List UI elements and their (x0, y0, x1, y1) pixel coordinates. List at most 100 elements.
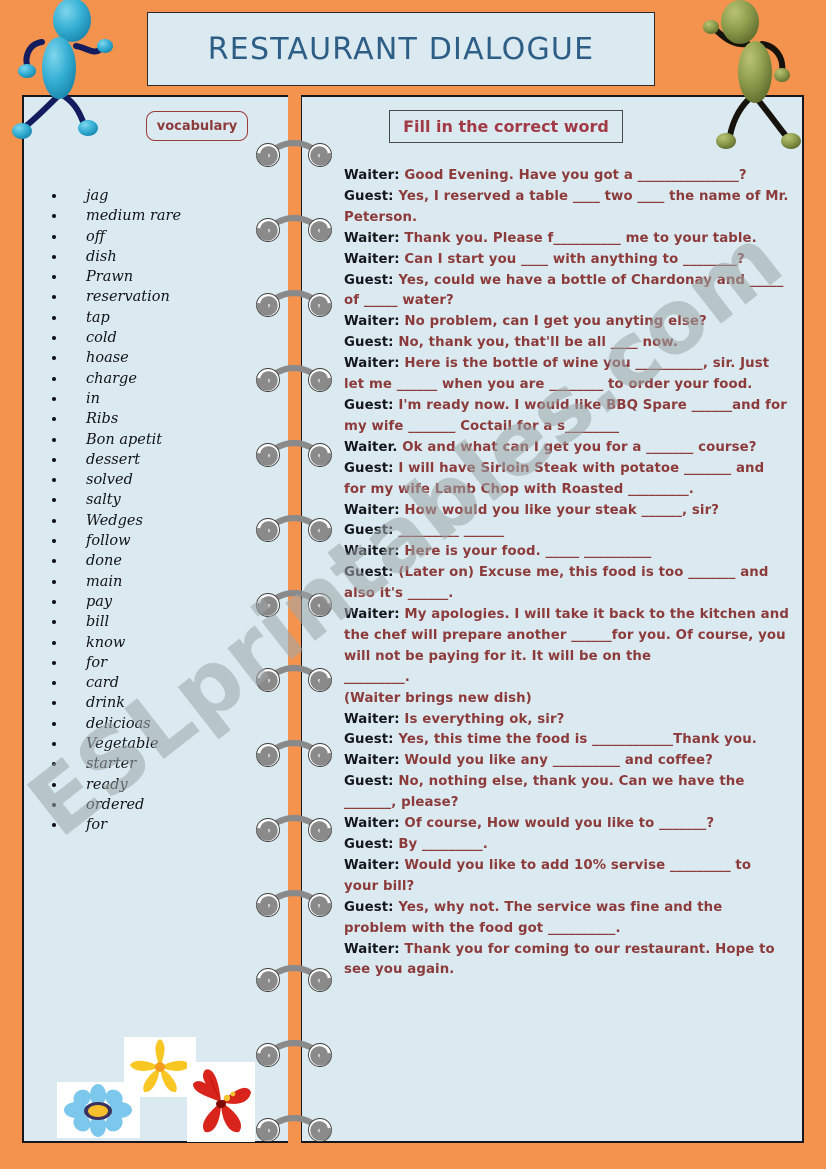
vocabulary-item: delicioas (52, 714, 267, 734)
dialogue-line: Waiter: Here is the bottle of wine you _… (344, 354, 789, 396)
vocabulary-item: hoase (52, 348, 267, 368)
dialogue-body: Would you like to add 10% servise ______… (344, 857, 752, 894)
dialogue-speaker: Guest: (344, 565, 394, 581)
dialogue-body: No, thank you, that'll be all ____ now. (393, 335, 679, 351)
dialogue-speaker: Waiter: (344, 941, 400, 957)
vocabulary-item: cold (52, 328, 267, 348)
dialogue-body: I'm ready now. I would like BBQ Spare __… (344, 397, 787, 434)
vocabulary-item: medium rare (52, 206, 267, 226)
dialogue-speaker: Waiter: (344, 857, 400, 873)
vocabulary-item: dessert (52, 450, 267, 470)
dialogue-line: Waiter: Thank you for coming to our rest… (344, 940, 789, 982)
red-hibiscus-flower (187, 1062, 255, 1142)
dialogue-line: _________. (344, 668, 789, 689)
dialogue-speaker: Guest: (344, 899, 394, 915)
vocabulary-item: jag (52, 186, 267, 206)
dialogue-body: Is everything ok, sir? (399, 711, 565, 727)
dialogue-speaker: Guest: (344, 523, 394, 539)
notebook-spine (288, 95, 301, 1143)
dialogue-line: Guest: I will have Sirloin Steak with po… (344, 459, 789, 501)
dialogue-speaker: Waiter: (344, 356, 400, 372)
dialogue-line: Guest: Yes, why not. The service was fin… (344, 898, 789, 940)
dialogue-line: Guest: I'm ready now. I would like BBQ S… (344, 396, 789, 438)
vocabulary-item: in (52, 389, 267, 409)
dialogue-line: Waiter: Is everything ok, sir? (344, 710, 789, 731)
dialogue-speaker: Waiter: (344, 607, 400, 623)
dialogue-body: Thank you. Please f__________ me to your… (399, 230, 757, 246)
vocabulary-item: know (52, 633, 267, 653)
vocabulary-item: Vegetable (52, 734, 267, 754)
vocabulary-item: reservation (52, 287, 267, 307)
dialogue-line: Waiter. Ok and what can I get you for a … (344, 438, 789, 459)
dialogue-body: Yes, I reserved a table ____ two ____ th… (344, 188, 789, 225)
vocabulary-item: done (52, 551, 267, 571)
instruction-label-box: Fill in the correct word (389, 110, 623, 143)
dialogue-line: Waiter: No problem, can I get you anytin… (344, 312, 789, 333)
dialogue-body: Here is the bottle of wine you _________… (344, 356, 770, 393)
vocabulary-item: main (52, 572, 267, 592)
dialogue-speaker: Waiter: (344, 502, 400, 518)
vocabulary-item: drink (52, 693, 267, 713)
dialogue-body: No, nothing else, thank you. Can we have… (344, 774, 745, 811)
vocabulary-item: starter (52, 754, 267, 774)
vocabulary-label: vocabulary (156, 118, 238, 134)
dialogue-body: No problem, can I get you anyting else? (399, 314, 707, 330)
page-title-box: RESTAURANT DIALOGUE (147, 12, 655, 86)
dialogue-body: Would you like any __________ and coffee… (399, 753, 713, 769)
vocabulary-item: card (52, 673, 267, 693)
dialogue-speaker: Waiter: (344, 314, 400, 330)
dialogue-body: Yes, could we have a bottle of Chardonay… (344, 272, 784, 309)
dialogue-speaker: Waiter: (344, 753, 400, 769)
dialogue-body: Here is your food. _____ __________ (399, 544, 652, 560)
dialogue-speaker: Waiter: (344, 251, 400, 267)
dialogue-line: Guest: Yes, this time the food is ______… (344, 730, 789, 751)
dialogue-line: (Waiter brings new dish) (344, 689, 789, 710)
dialogue-body: Yes, this time the food is ____________T… (393, 732, 757, 748)
dialogue-speaker: Waiter: (344, 816, 400, 832)
dialogue-line: Guest: No, nothing else, thank you. Can … (344, 772, 789, 814)
dialogue-body: Thank you for coming to our restaurant. … (344, 941, 775, 978)
vocabulary-item: Wedges (52, 511, 267, 531)
vocabulary-item: for (52, 815, 267, 835)
dialogue-speaker: Waiter. (344, 439, 398, 455)
vocabulary-item: dish (52, 247, 267, 267)
dialogue-speaker: Guest: (344, 397, 394, 413)
dialogue-body: _________. (344, 669, 410, 685)
dialogue-speaker: Guest: (344, 837, 394, 852)
vocabulary-item: tap (52, 308, 267, 328)
vocabulary-item: follow (52, 531, 267, 551)
dialogue-line: Guest: Yes, I reserved a table ____ two … (344, 187, 789, 229)
dialogue-line: Waiter: Of course, How would you like to… (344, 814, 789, 835)
dialogue-speaker: Guest: (344, 188, 394, 204)
vocabulary-item: Ribs (52, 409, 267, 429)
vocabulary-item: ordered (52, 795, 267, 815)
vocabulary-item: Prawn (52, 267, 267, 287)
dialogue-speaker: Guest: (344, 460, 394, 476)
dialogue-line: Waiter: Can I start you ____ with anythi… (344, 250, 789, 271)
dialogue-body: Of course, How would you like to _______… (399, 816, 715, 832)
dialogue-speaker: Guest: (344, 272, 394, 288)
dialogue-body: My apologies. I will take it back to the… (344, 607, 789, 664)
dialogue-speaker: Waiter: (344, 230, 400, 246)
vocabulary-item: for (52, 653, 267, 673)
dialogue-speaker: Guest: (344, 774, 394, 790)
dialogue-line: Waiter: Good Evening. Have you got a ___… (344, 166, 789, 187)
dialogue-line: Guest: By _________. (344, 835, 789, 856)
page-title: RESTAURANT DIALOGUE (207, 31, 595, 67)
vocabulary-label-box: vocabulary (146, 111, 248, 141)
dialogue-body: By _________. (393, 837, 488, 852)
yellow-flower (124, 1037, 196, 1097)
dialogue-speaker: Guest: (344, 335, 394, 351)
vocabulary-item: charge (52, 369, 267, 389)
vocabulary-list: jag medium rare off dish Prawn reservation tap… (52, 186, 267, 836)
dialogue-line: Guest: No, thank you, that'll be all ___… (344, 333, 789, 354)
dialogue-body: Can I start you ____ with anything to __… (399, 251, 745, 267)
dialogue-line: Guest: (Later on) Excuse me, this food i… (344, 563, 789, 605)
instruction-label: Fill in the correct word (403, 117, 609, 136)
dialogue-line: Waiter: How would you like your steak __… (344, 501, 789, 522)
dialogue-speaker: Waiter: (344, 544, 400, 560)
dialogue-body: Good Evening. Have you got a ___________… (399, 168, 747, 183)
vocabulary-item: ready (52, 775, 267, 795)
vocabulary-item: Bon apetit (52, 430, 267, 450)
vocabulary-item: bill (52, 612, 267, 632)
